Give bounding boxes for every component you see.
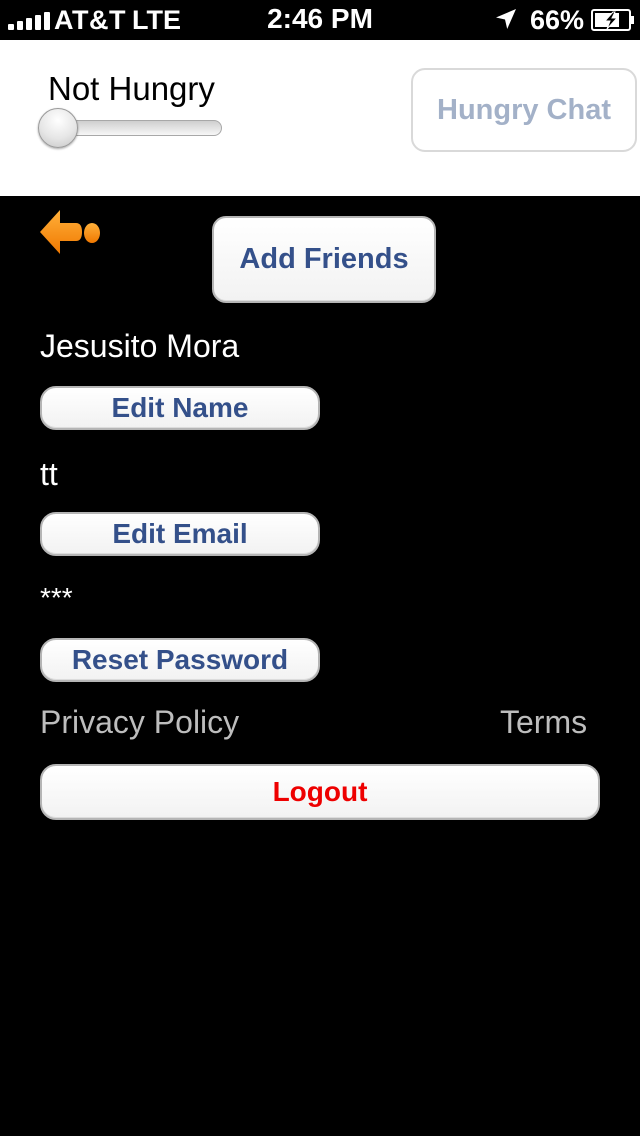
reset-password-button[interactable]: Reset Password [40,638,320,682]
hunger-panel: Not Hungry Hungry Chat [0,40,640,196]
hunger-slider-thumb[interactable] [38,108,78,148]
battery-percentage: 66% [530,5,585,35]
hungry-chat-button[interactable]: Hungry Chat [411,68,637,152]
privacy-policy-link[interactable]: Privacy Policy [40,704,239,741]
user-name: Jesusito Mora [40,328,240,364]
user-email: tt [40,456,58,492]
hunger-status-label: Not Hungry [48,70,215,107]
back-arrow-icon[interactable] [38,208,102,264]
logout-button[interactable]: Logout [40,764,600,820]
location-arrow-icon [496,9,516,29]
edit-name-button[interactable]: Edit Name [40,386,320,430]
battery-charging-icon [591,9,634,31]
status-bar: AT&T LTE 2:46 PM 66% [0,0,640,40]
add-friends-button[interactable]: Add Friends [212,216,436,303]
edit-email-button[interactable]: Edit Email [40,512,320,556]
terms-link[interactable]: Terms [500,704,587,741]
password-mask: *** [40,582,73,613]
